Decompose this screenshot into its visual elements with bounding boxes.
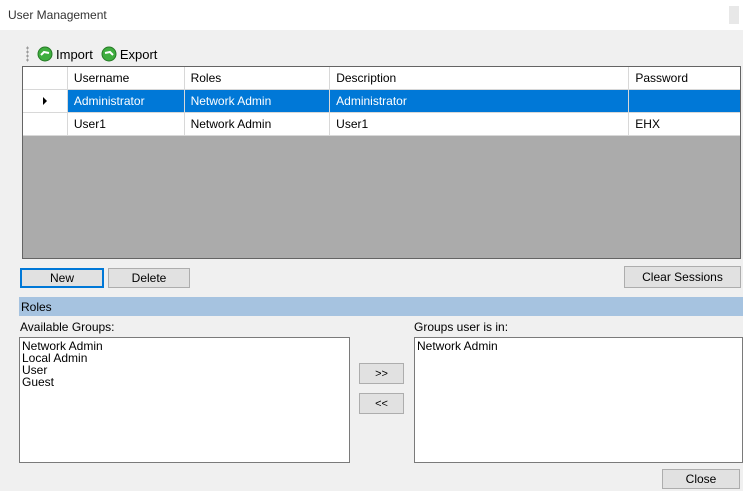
toolbar: Import Export xyxy=(20,42,740,66)
export-button[interactable]: Export xyxy=(101,46,158,62)
table-row[interactable]: Administrator Network Admin Administrato… xyxy=(23,90,740,113)
available-groups-label: Available Groups: xyxy=(20,320,115,334)
list-item[interactable]: Local Admin xyxy=(22,352,347,364)
cell-description[interactable]: User1 xyxy=(330,113,630,136)
export-label: Export xyxy=(119,46,158,62)
list-item[interactable]: Network Admin xyxy=(417,340,740,352)
export-icon xyxy=(101,46,117,62)
list-item[interactable]: Guest xyxy=(22,376,347,388)
import-icon xyxy=(37,46,53,62)
title-bar: User Management xyxy=(0,0,743,30)
toolbar-grip[interactable] xyxy=(26,46,29,62)
column-header-username[interactable]: Username xyxy=(67,67,185,90)
users-grid[interactable]: Username Roles Description Password Admi… xyxy=(22,66,741,259)
new-button[interactable]: New xyxy=(20,268,104,288)
roles-section-header: Roles xyxy=(19,297,743,316)
cell-roles[interactable]: Network Admin xyxy=(184,90,331,113)
row-header[interactable] xyxy=(23,90,68,113)
import-button[interactable]: Import xyxy=(37,46,93,62)
add-group-button[interactable]: >> xyxy=(359,363,404,384)
available-groups-list[interactable]: Network Admin Local Admin User Guest xyxy=(19,337,350,463)
delete-button[interactable]: Delete xyxy=(108,268,190,288)
grid-header: Username Roles Description Password xyxy=(23,67,741,90)
column-header-row-selector[interactable] xyxy=(23,67,68,90)
cell-roles[interactable]: Network Admin xyxy=(184,113,331,136)
window-control[interactable] xyxy=(729,6,739,24)
remove-group-button[interactable]: << xyxy=(359,393,404,414)
window-title: User Management xyxy=(8,8,107,22)
row-header[interactable] xyxy=(23,113,68,136)
cell-password[interactable]: EHX xyxy=(629,113,740,136)
column-header-password[interactable]: Password xyxy=(629,67,741,90)
current-row-arrow-icon xyxy=(42,97,47,105)
list-item[interactable]: User xyxy=(22,364,347,376)
table-row[interactable]: User1 Network Admin User1 EHX xyxy=(23,113,740,136)
column-header-description[interactable]: Description xyxy=(330,67,630,90)
cell-username[interactable]: User1 xyxy=(67,113,185,136)
cell-password[interactable] xyxy=(629,90,740,113)
cell-description[interactable]: Administrator xyxy=(330,90,630,113)
import-label: Import xyxy=(56,46,93,62)
column-header-roles[interactable]: Roles xyxy=(184,67,331,90)
cell-username[interactable]: Administrator xyxy=(67,90,185,113)
clear-sessions-button[interactable]: Clear Sessions xyxy=(624,266,741,288)
member-groups-list[interactable]: Network Admin xyxy=(414,337,743,463)
close-button[interactable]: Close xyxy=(662,469,740,489)
member-groups-label: Groups user is in: xyxy=(414,320,509,334)
